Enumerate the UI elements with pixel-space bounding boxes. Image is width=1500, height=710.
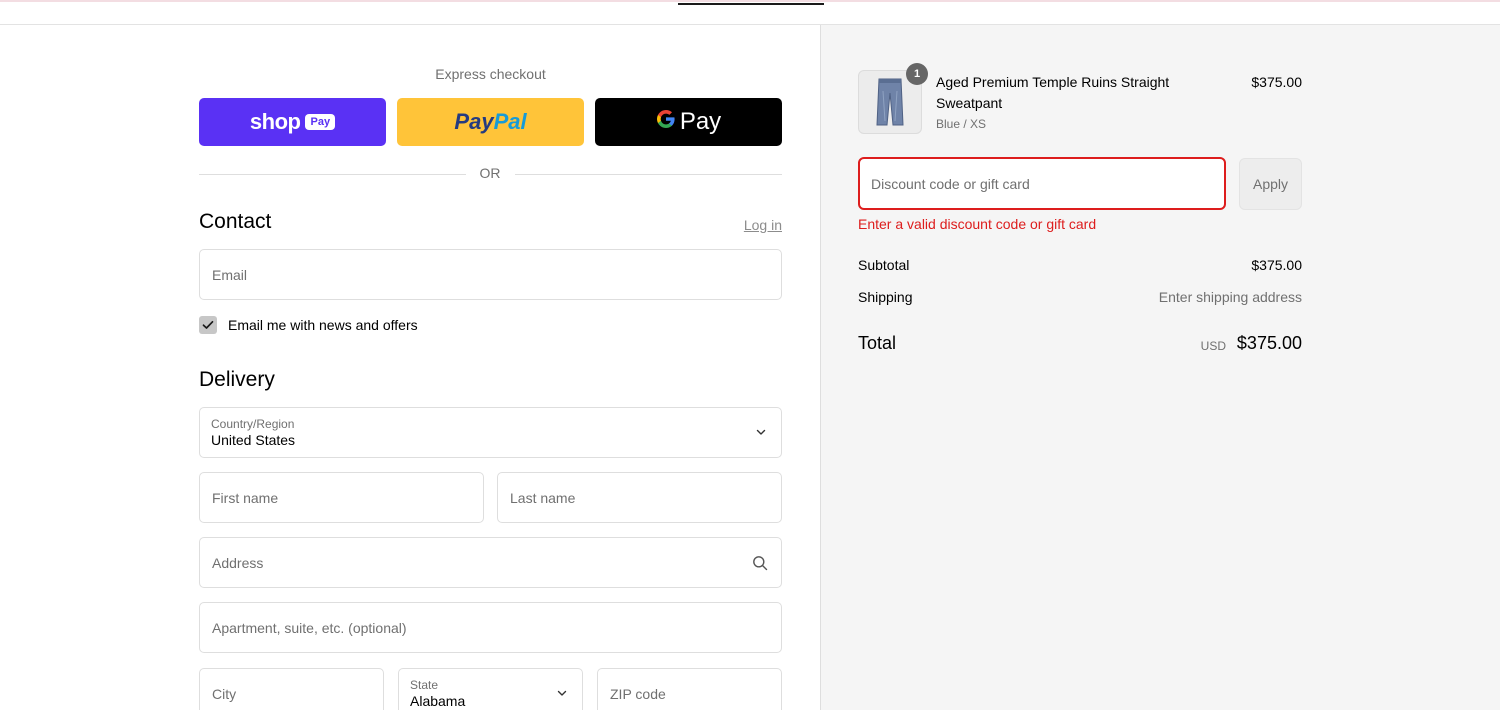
shop-pay-chip: Pay — [305, 114, 336, 130]
total-currency: USD — [1200, 339, 1226, 353]
newsletter-label: Email me with news and offers — [228, 317, 418, 333]
first-name-input[interactable] — [200, 473, 483, 522]
chevron-down-icon — [756, 429, 766, 435]
shop-pay-button[interactable]: shop Pay — [199, 98, 386, 146]
first-name-field[interactable] — [199, 472, 484, 523]
city-input[interactable] — [200, 669, 383, 710]
active-tab-indicator — [678, 3, 824, 5]
express-checkout-label: Express checkout — [435, 66, 546, 82]
subtotal-row: Subtotal $375.00 — [858, 257, 1302, 277]
order-summary: 1 Aged Premium Temple Ruins Straight Swe… — [821, 25, 1500, 710]
shop-pay-logo: shop — [249, 109, 301, 134]
discount-field[interactable] — [858, 157, 1226, 210]
state-select[interactable]: State Alabama — [398, 668, 583, 710]
paypal-button[interactable]: PayPal — [397, 98, 584, 146]
quantity-badge: 1 — [906, 63, 928, 85]
zip-code-input[interactable] — [598, 669, 781, 710]
shipping-value: Enter shipping address — [1158, 289, 1302, 305]
search-icon — [753, 556, 768, 571]
shipping-row: Shipping Enter shipping address — [858, 289, 1302, 309]
discount-error-message: Enter a valid discount code or gift card — [858, 216, 1097, 232]
country-select[interactable]: Country/Region United States — [199, 407, 782, 458]
country-value: United States — [211, 432, 296, 448]
top-bar — [0, 0, 1500, 25]
product-variant: Blue / XS — [936, 117, 987, 131]
city-field[interactable] — [199, 668, 384, 710]
delivery-title: Delivery — [199, 368, 275, 391]
paypal-logo: PayPal — [454, 109, 527, 134]
last-name-input[interactable] — [498, 473, 781, 522]
country-label: Country/Region — [211, 417, 295, 431]
email-input[interactable] — [200, 250, 781, 299]
total-label: Total — [858, 333, 897, 353]
address-field[interactable] — [199, 537, 782, 588]
total-value: $375.00 — [1236, 333, 1302, 353]
google-pay-label: Pay — [679, 108, 722, 135]
email-field[interactable] — [199, 249, 782, 300]
google-g-icon — [656, 108, 676, 136]
state-label: State — [410, 678, 439, 692]
state-value: Alabama — [410, 693, 466, 709]
apartment-field[interactable] — [199, 602, 782, 653]
subtotal-value: $375.00 — [1251, 257, 1302, 273]
discount-input[interactable] — [860, 159, 1224, 208]
product-price: $375.00 — [1251, 74, 1302, 90]
last-name-field[interactable] — [497, 472, 782, 523]
apply-button[interactable]: Apply — [1239, 158, 1302, 210]
shipping-label: Shipping — [858, 289, 913, 305]
contact-title: Contact — [199, 210, 272, 233]
address-input[interactable] — [200, 538, 781, 587]
newsletter-checkbox-row[interactable]: Email me with news and offers — [199, 315, 418, 335]
or-text: OR — [479, 165, 501, 181]
or-divider: OR — [199, 164, 782, 184]
newsletter-checkbox[interactable] — [199, 316, 217, 334]
subtotal-label: Subtotal — [858, 257, 910, 273]
checkmark-icon — [202, 320, 214, 329]
total-row: Total USD $375.00 — [858, 333, 1302, 357]
chevron-down-icon — [557, 690, 567, 696]
checkout-main: Express checkout shop Pay PayPal Pay OR … — [0, 25, 821, 710]
google-pay-button[interactable]: Pay — [595, 98, 782, 146]
apartment-input[interactable] — [200, 603, 781, 652]
zip-code-field[interactable] — [597, 668, 782, 710]
log-in-link[interactable]: Log in — [720, 217, 782, 233]
product-name: Aged Premium Temple Ruins Straight Sweat… — [936, 74, 1170, 111]
